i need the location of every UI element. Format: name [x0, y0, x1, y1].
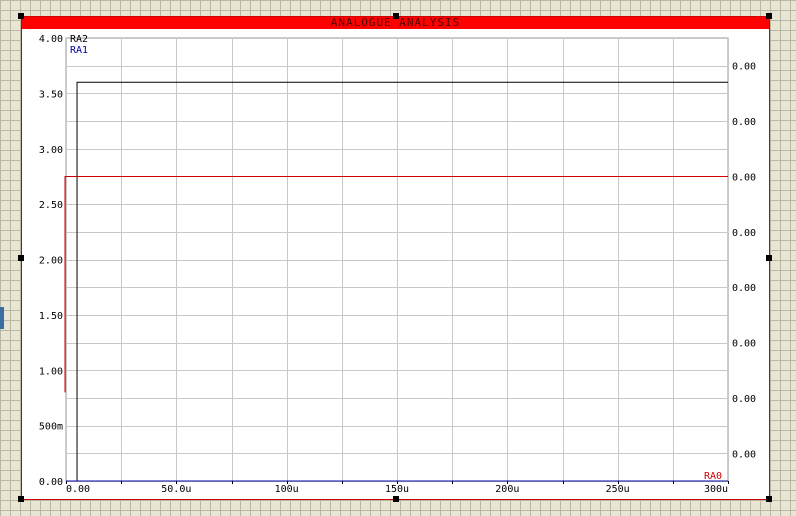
- y-tick-label: 2.50: [39, 200, 63, 211]
- x-tick-label: 150u: [385, 484, 409, 495]
- resize-handle-bottom[interactable]: [393, 496, 399, 502]
- y-tick-label: 3.00: [39, 145, 63, 156]
- right-axis-label: 0.00: [732, 172, 756, 183]
- resize-handle-top-right[interactable]: [766, 13, 772, 19]
- resize-handle-left[interactable]: [18, 255, 24, 261]
- right-axis-label: 0.00: [732, 283, 756, 294]
- resize-handle-right[interactable]: [766, 255, 772, 261]
- host-window-edge: [0, 307, 4, 329]
- right-axis-label: 0.00: [732, 228, 756, 239]
- resize-handle-bottom-right[interactable]: [766, 496, 772, 502]
- x-tick-label: 100u: [275, 484, 299, 495]
- right-axis-label: 0.00: [732, 62, 756, 73]
- x-tick-label: 250u: [606, 484, 630, 495]
- x-tick-label: 50.0u: [161, 484, 191, 495]
- y-tick-label: 0.00: [39, 477, 63, 488]
- legend-ra2: RA2: [70, 34, 88, 45]
- right-axis-label: 0.00: [732, 117, 756, 128]
- analogue-graph-panel[interactable]: ANALOGUE ANALYSIS 0.00 50.0u 100u 150u 200u 2…: [21, 16, 770, 500]
- chart-plot: 0.00 50.0u 100u 150u 200u 250u 300u 0.00 500m 1.0…: [39, 34, 756, 495]
- right-axis-label: 0.00: [732, 449, 756, 460]
- y-tick-label: 2.00: [39, 256, 63, 267]
- y-tick-label: 4.00: [39, 34, 63, 45]
- y-tick-label: 500m: [39, 422, 63, 433]
- y-tick-label: 1.50: [39, 311, 63, 322]
- y-tick-label: 1.00: [39, 366, 63, 377]
- x-tick-label: 0.00: [66, 484, 90, 495]
- x-tick-label: 200u: [495, 484, 519, 495]
- y-tick-label: 3.50: [39, 89, 63, 100]
- series-line-ra0: [64, 175, 728, 393]
- resize-handle-bottom-left[interactable]: [18, 496, 24, 502]
- legend-ra1: RA1: [70, 45, 88, 56]
- right-axis-label: 0.00: [732, 339, 756, 350]
- legend-ra0: RA0: [704, 471, 722, 482]
- resize-handle-top[interactable]: [393, 13, 399, 19]
- right-axis-label: 0.00: [732, 394, 756, 405]
- x-tick-label: 300u: [704, 484, 728, 495]
- resize-handle-top-left[interactable]: [18, 13, 24, 19]
